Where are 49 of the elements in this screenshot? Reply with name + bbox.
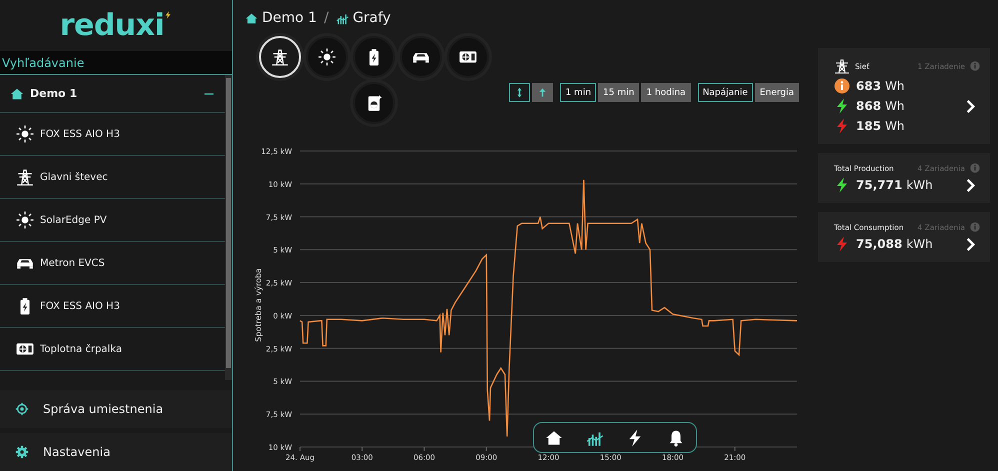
sidebar-menu-item[interactable]: Nastavenia <box>0 433 232 471</box>
energy-value: 75,088 <box>856 237 902 251</box>
sun-icon <box>318 48 336 66</box>
breadcrumb-separator: / <box>324 10 329 26</box>
energy-unit: Wh <box>885 119 905 133</box>
axis-toggle-button[interactable] <box>509 83 530 102</box>
energy-unit: kWh <box>906 178 933 192</box>
brand-logo: reduxi <box>60 10 164 41</box>
location-icon <box>15 402 29 416</box>
home-icon <box>545 428 564 446</box>
home-icon <box>10 86 24 101</box>
energy-unit: Wh <box>885 79 905 93</box>
home-icon <box>245 12 258 24</box>
power-tower-icon <box>271 48 289 66</box>
breadcrumb-link[interactable]: Demo 1 <box>262 10 317 26</box>
axis-toggle-button[interactable] <box>532 83 554 102</box>
toggle-button[interactable]: 15 min <box>598 83 640 102</box>
energy-value: 868 <box>856 99 882 113</box>
toggle-button[interactable]: 1 min <box>560 83 596 102</box>
device-button[interactable] <box>306 36 348 78</box>
power-tower-icon <box>16 168 34 186</box>
energy-value: 75,771 <box>856 178 902 192</box>
scrollbar[interactable] <box>225 75 232 380</box>
energy-unit: kWh <box>906 237 933 251</box>
search-field[interactable]: Vyhľadávanie <box>0 51 232 76</box>
device-button[interactable] <box>353 36 395 78</box>
device-button[interactable] <box>353 82 395 124</box>
sun-icon <box>16 125 34 144</box>
toggle-button[interactable]: Napájanie <box>698 83 753 102</box>
info-icon <box>970 61 980 71</box>
toggle-button[interactable]: 1 hodina <box>641 83 691 102</box>
energy-value: 683 <box>856 79 882 93</box>
up-arrow-icon <box>537 87 548 98</box>
sidebar-menu-item[interactable]: Správa umiestnenia <box>0 390 232 428</box>
energy-value: 185 <box>856 119 882 133</box>
device-button[interactable] <box>400 36 442 78</box>
device-button[interactable] <box>447 36 489 78</box>
info-icon <box>970 222 980 232</box>
info-icon <box>970 163 980 173</box>
sun-icon <box>16 211 34 230</box>
energy-unit: Wh <box>885 99 905 113</box>
power-tower-icon <box>834 58 850 74</box>
toggle-button[interactable]: Energia <box>754 83 799 102</box>
settings-icon <box>15 445 29 459</box>
lightning-icon <box>164 10 172 19</box>
axis-title: Spotreba a výroba <box>254 268 263 342</box>
chart-icon <box>336 12 349 24</box>
breadcrumb-link[interactable]: Grafy <box>352 10 391 26</box>
device-list-item[interactable]: Toplotna črpalka <box>0 328 225 372</box>
